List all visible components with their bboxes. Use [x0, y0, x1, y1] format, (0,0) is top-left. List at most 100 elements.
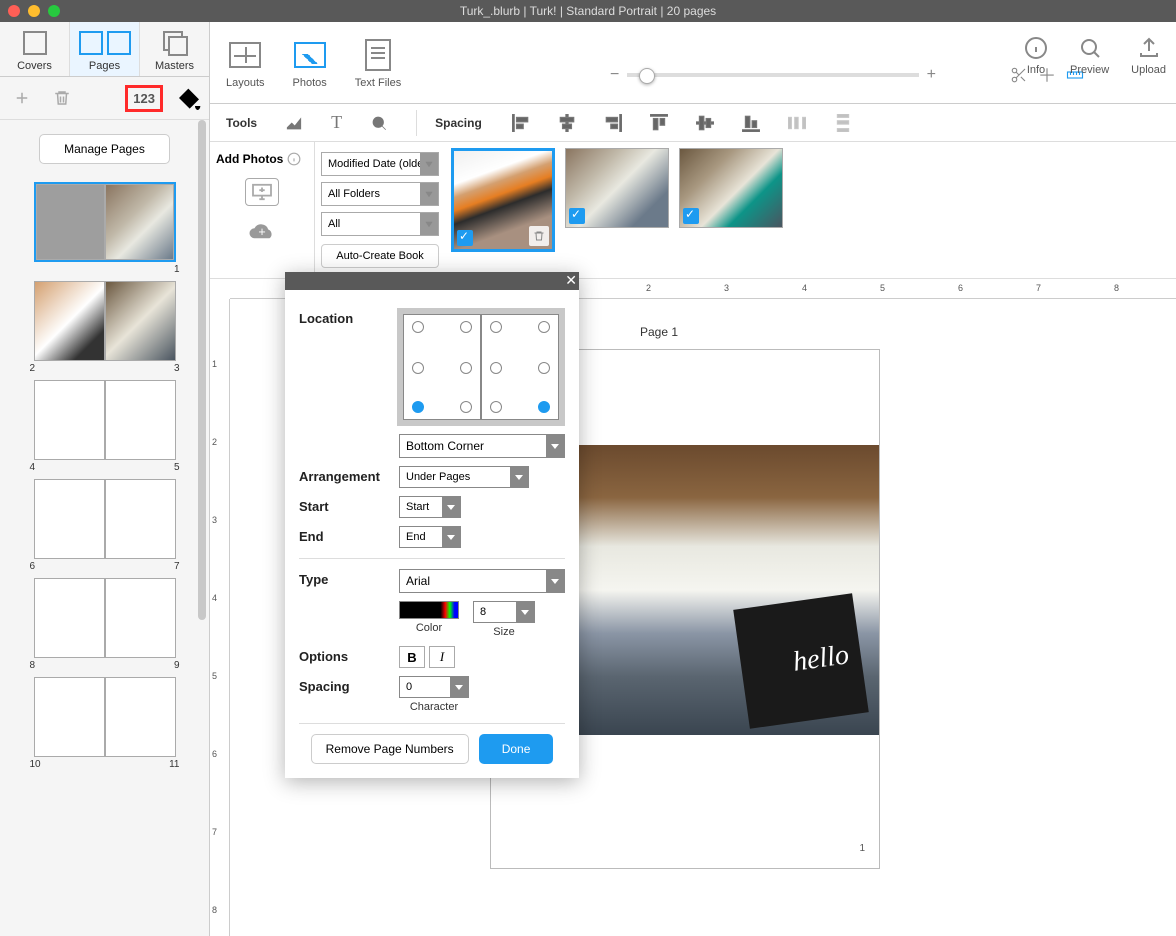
loc-left-bottom-outer[interactable]	[412, 401, 424, 413]
loc-left-top-outer[interactable]	[412, 321, 424, 333]
sidebar-scrollbar[interactable]	[198, 120, 206, 620]
page-spread-thumb[interactable]: 1011	[12, 677, 197, 770]
add-from-computer-button[interactable]	[245, 178, 279, 206]
layouts-button[interactable]: Layouts	[226, 37, 265, 89]
page-spread-thumb[interactable]: 67	[12, 479, 197, 572]
loc-right-mid-inner[interactable]	[490, 362, 502, 374]
photo-thumbnail[interactable]	[565, 148, 669, 228]
loc-left-bottom-inner[interactable]	[460, 401, 472, 413]
tab-covers-label: Covers	[17, 60, 52, 72]
end-select[interactable]: End	[399, 526, 461, 548]
spacing-input[interactable]: 0	[399, 676, 469, 698]
loc-left-mid-inner[interactable]	[460, 362, 472, 374]
info-small-icon[interactable]	[287, 152, 301, 166]
remove-page-numbers-button[interactable]: Remove Page Numbers	[311, 734, 469, 764]
image-tool-icon[interactable]	[285, 114, 303, 132]
add-page-button[interactable]	[6, 83, 38, 113]
textfiles-label: Text Files	[355, 77, 401, 89]
page-spread-thumb[interactable]: 1	[12, 182, 197, 275]
plus-icon: +	[927, 66, 936, 84]
align-top-icon[interactable]	[650, 114, 668, 132]
delete-page-button[interactable]	[46, 83, 78, 113]
align-left-icon[interactable]	[512, 114, 530, 132]
loc-right-top-outer[interactable]	[538, 321, 550, 333]
delete-photo-button[interactable]	[529, 226, 549, 246]
check-icon	[569, 208, 585, 224]
align-middle-icon[interactable]	[696, 114, 714, 132]
start-value: Start	[406, 501, 429, 513]
tab-pages[interactable]: Pages	[70, 22, 140, 76]
preview-button[interactable]: Preview	[1070, 36, 1109, 76]
photos-icon	[294, 42, 326, 68]
arrangement-select[interactable]: Under Pages	[399, 466, 529, 488]
zoom-slider[interactable]: − +	[610, 66, 936, 84]
vertical-ruler: 12345678	[210, 299, 230, 936]
loc-left-top-inner[interactable]	[460, 321, 472, 333]
add-photos-label: Add Photos	[216, 152, 283, 166]
location-picker	[397, 308, 565, 426]
link-tool-icon[interactable]	[370, 114, 388, 132]
align-right-icon[interactable]	[604, 114, 622, 132]
loc-right-mid-outer[interactable]	[538, 362, 550, 374]
options-label: Options	[299, 646, 399, 664]
photo-thumbnail[interactable]	[679, 148, 783, 228]
manage-pages-button[interactable]: Manage Pages	[39, 134, 170, 164]
filter-select-value: All	[328, 218, 340, 230]
distribute-v-icon[interactable]	[834, 114, 852, 132]
spacing-label: Spacing	[435, 116, 482, 130]
location-select-value: Bottom Corner	[406, 439, 484, 453]
page-indicator: Page 1	[640, 325, 678, 339]
cover-icon	[23, 31, 47, 55]
done-button[interactable]: Done	[479, 734, 554, 764]
folders-select[interactable]: All Folders	[321, 182, 439, 206]
location-select[interactable]: Bottom Corner	[399, 434, 565, 458]
align-center-h-icon[interactable]	[558, 114, 576, 132]
photos-button[interactable]: Photos	[293, 37, 327, 89]
size-value: 8	[480, 606, 486, 618]
italic-button[interactable]: I	[429, 646, 455, 668]
distribute-h-icon[interactable]	[788, 114, 806, 132]
page-spread-thumb[interactable]: 23	[12, 281, 197, 374]
loc-right-top-inner[interactable]	[490, 321, 502, 333]
check-icon	[683, 208, 699, 224]
maximize-window-button[interactable]	[48, 5, 60, 17]
minus-icon: −	[610, 66, 619, 84]
align-bottom-icon[interactable]	[742, 114, 760, 132]
tab-pages-label: Pages	[89, 60, 120, 72]
size-sublabel: Size	[473, 626, 535, 638]
loc-right-bottom-inner[interactable]	[490, 401, 502, 413]
minimize-window-button[interactable]	[28, 5, 40, 17]
type-label: Type	[299, 569, 399, 587]
photo-thumbnail[interactable]	[451, 148, 555, 252]
info-label: Info	[1027, 64, 1045, 76]
filter-select[interactable]: All	[321, 212, 439, 236]
tab-covers[interactable]: Covers	[0, 22, 70, 76]
page-spread-thumb[interactable]: 45	[12, 380, 197, 473]
font-select[interactable]: Arial	[399, 569, 565, 593]
upload-button[interactable]: Upload	[1131, 36, 1166, 76]
size-select[interactable]: 8	[473, 601, 535, 623]
page-numbers-button[interactable]: 123	[125, 85, 163, 112]
page-spread-thumb[interactable]: 89	[12, 578, 197, 671]
close-window-button[interactable]	[8, 5, 20, 17]
arrangement-value: Under Pages	[406, 471, 470, 483]
tab-masters[interactable]: Masters	[140, 22, 209, 76]
sort-select[interactable]: Modified Date (oldest first)	[321, 152, 439, 176]
loc-left-mid-outer[interactable]	[412, 362, 424, 374]
textfiles-button[interactable]: Text Files	[355, 37, 401, 89]
add-from-cloud-button[interactable]: +	[245, 218, 279, 246]
bold-button[interactable]: B	[399, 646, 425, 668]
window-controls	[8, 5, 60, 17]
paint-bucket-button[interactable]	[171, 83, 203, 113]
info-button[interactable]: Info	[1024, 36, 1048, 76]
check-icon	[457, 230, 473, 246]
color-swatch[interactable]	[399, 601, 459, 619]
upload-label: Upload	[1131, 64, 1166, 76]
auto-create-book-button[interactable]: Auto-Create Book	[321, 244, 439, 268]
start-select[interactable]: Start	[399, 496, 461, 518]
text-tool-icon[interactable]: T	[331, 112, 342, 133]
tab-masters-label: Masters	[155, 60, 194, 72]
close-dialog-button[interactable]: ✕	[565, 272, 577, 289]
loc-right-bottom-outer[interactable]	[538, 401, 550, 413]
font-value: Arial	[406, 574, 430, 588]
